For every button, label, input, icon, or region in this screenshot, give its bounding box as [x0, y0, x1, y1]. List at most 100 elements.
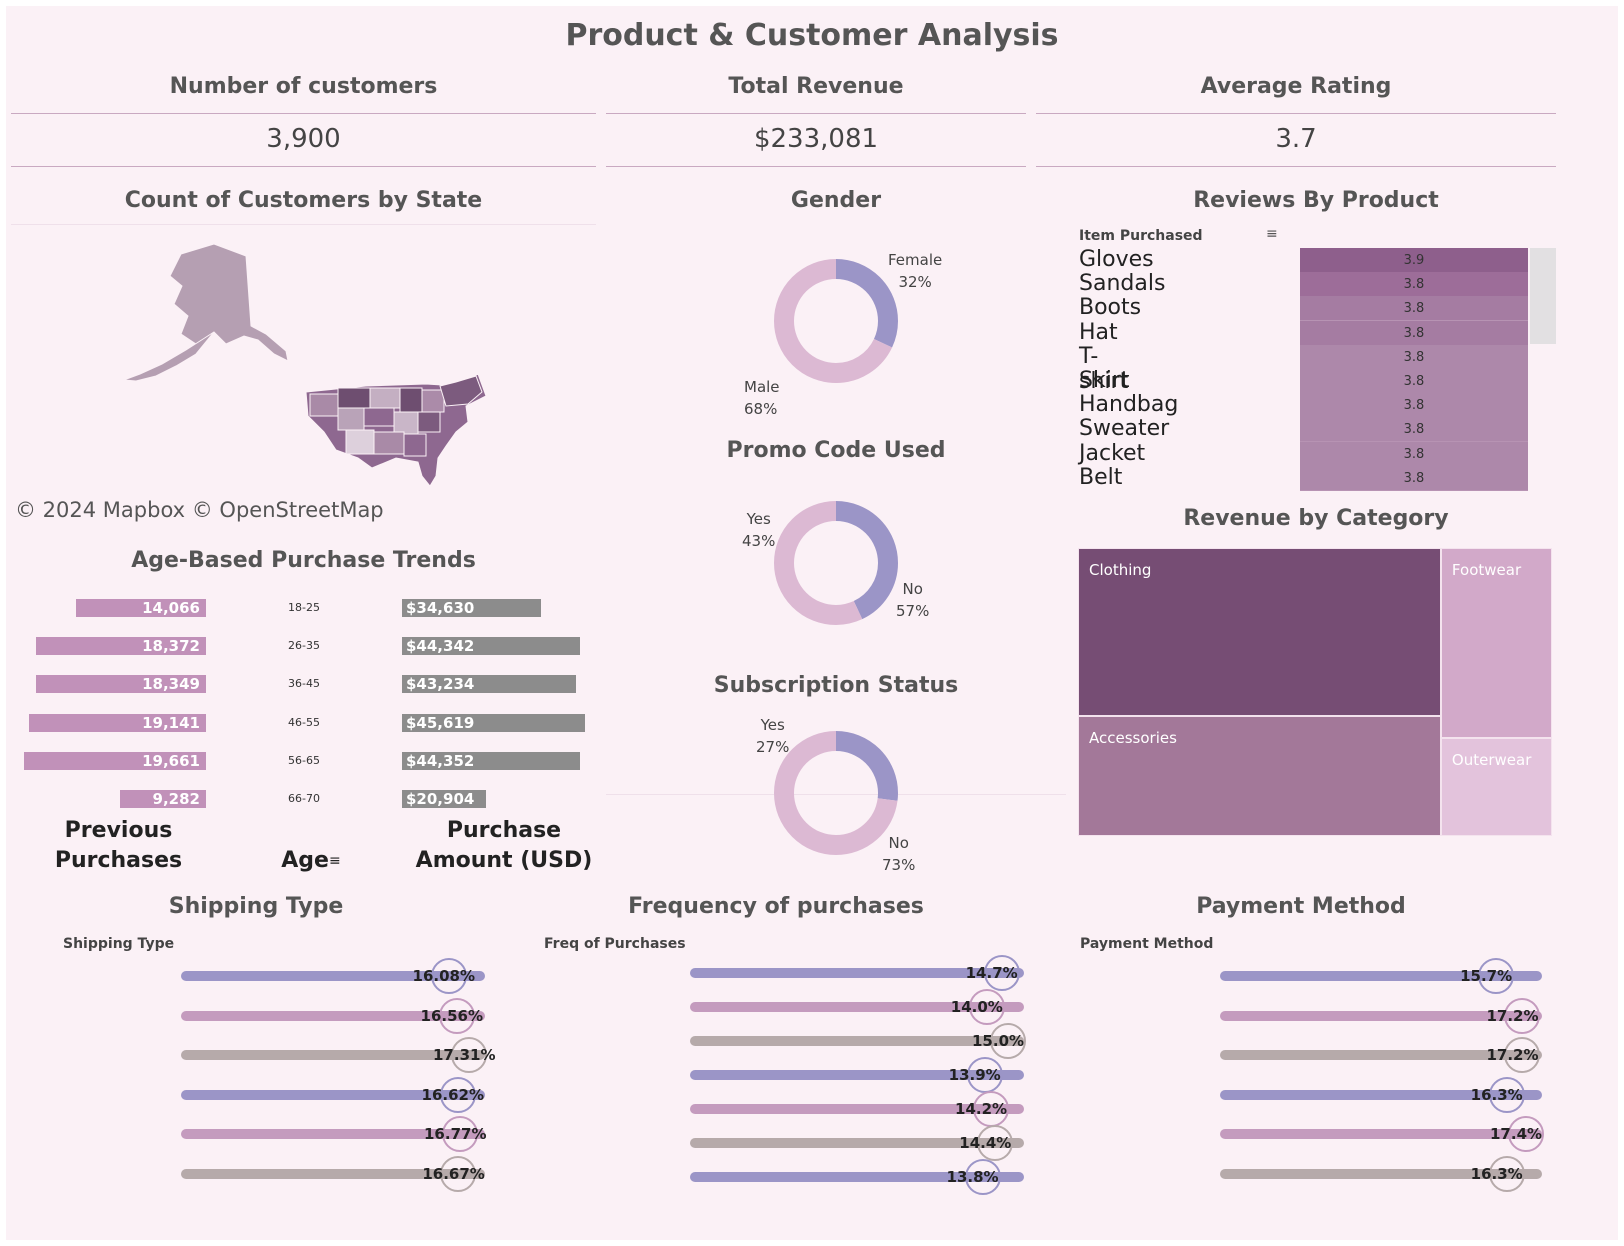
state-region: [417, 411, 441, 433]
value-label: 16.77%: [424, 1125, 487, 1144]
rating-cell[interactable]: 3.9: [1300, 248, 1528, 273]
payment-title: Payment Method: [1196, 894, 1406, 919]
age-group-label: 36-45: [288, 677, 320, 691]
rating-cell[interactable]: 3.8: [1300, 465, 1528, 491]
rating-cell[interactable]: 3.8: [1300, 369, 1528, 394]
treemap-cell-outerwear[interactable]: Outerwear: [1440, 738, 1552, 836]
age-left-axis-title: Previous Purchases: [54, 818, 183, 873]
promo-donut[interactable]: [771, 498, 901, 628]
previous-purchases-label: 19,141: [142, 713, 200, 732]
scrollbar[interactable]: [1530, 248, 1556, 344]
product-name: Handbag: [1079, 392, 1179, 418]
product-name: Gloves: [1079, 247, 1154, 272]
age-group-label: 18-25: [288, 601, 320, 614]
us-state-map[interactable]: [96, 236, 496, 506]
sort-icon[interactable]: ≡: [329, 853, 341, 869]
previous-purchases-label: 18,372: [142, 637, 200, 656]
age-chart-title: Age-Based Purchase Trends: [131, 548, 476, 573]
previous-purchases-label: 9,282: [152, 790, 200, 808]
treemap-cell-footwear[interactable]: Footwear: [1440, 548, 1552, 739]
state-region: [373, 431, 405, 455]
treemap-cell-accessories[interactable]: Accessories: [1078, 716, 1441, 836]
sub-yes-pct: 27%: [756, 738, 790, 756]
purchase-amount-label: $43,234: [406, 675, 475, 694]
gender-female-label: Female 32%: [888, 249, 942, 293]
state-region: [421, 389, 445, 413]
subscription-title: Subscription Status: [713, 673, 959, 698]
dashboard-title: Product & Customer Analysis: [565, 18, 1059, 53]
age-mid-axis-title: Age≡: [276, 846, 346, 876]
kpi-divider: [1036, 166, 1556, 167]
value-label: 16.62%: [421, 1085, 484, 1104]
age-axis-label: Age: [281, 848, 329, 873]
treemap-cell-clothing[interactable]: Clothing: [1078, 548, 1441, 717]
rating-cell[interactable]: 3.8: [1300, 320, 1528, 346]
product-name: Boots: [1079, 295, 1142, 321]
alaska-shape: [169, 243, 289, 362]
state-region: [369, 387, 401, 409]
purchase-amount-label: $34,630: [406, 599, 475, 617]
divider: [11, 224, 596, 225]
value-label: 13.8%: [946, 1168, 999, 1186]
rating-cell[interactable]: 3.8: [1300, 393, 1528, 419]
state-region: [345, 429, 375, 455]
rating-cell[interactable]: 3.8: [1300, 272, 1528, 298]
rating-cell[interactable]: 3.8: [1300, 417, 1528, 443]
value-label: 16.3%: [1470, 1085, 1523, 1104]
revenue-treemap: Clothing Accessories Footwear Outerwear: [1078, 548, 1552, 836]
product-name: Sweater: [1079, 416, 1170, 442]
previous-purchases-label: 14,066: [142, 599, 200, 617]
product-name: Belt: [1079, 464, 1123, 490]
state-region: [363, 407, 395, 427]
value-label: 16.3%: [1470, 1165, 1523, 1183]
purchase-amount-label: $45,619: [406, 713, 475, 732]
kpi-customers-label: Number of customers: [169, 74, 438, 99]
map-title: Count of Customers by State: [124, 188, 483, 213]
value-label: 14.0%: [950, 998, 1003, 1016]
sub-no-text: No: [888, 834, 909, 852]
map-attribution: © 2024 Mapbox © OpenStreetMap: [11, 498, 388, 522]
rating-cell[interactable]: 3.8: [1300, 344, 1528, 370]
age-group-label: 26-35: [288, 639, 320, 653]
kpi-revenue-value: $233,081: [753, 124, 879, 154]
value-label: 14.4%: [959, 1134, 1012, 1152]
age-group-label: 66-70: [288, 792, 320, 805]
female-pct-text: 32%: [898, 273, 932, 291]
sub-no-pct: 73%: [882, 856, 916, 874]
value-label: 14.7%: [965, 964, 1018, 982]
product-name: Skirt: [1079, 368, 1130, 393]
male-pct-text: 68%: [744, 400, 778, 418]
kpi-rating-value: 3.7: [1275, 124, 1317, 154]
gender-title: Gender: [790, 188, 882, 213]
subscription-yes-label: Yes 27%: [756, 714, 789, 758]
purchase-amount-label: $44,342: [406, 637, 475, 656]
rating-cell[interactable]: 3.8: [1300, 441, 1528, 467]
kpi-divider: [606, 166, 1026, 167]
kpi-divider: [1036, 113, 1556, 114]
kpi-rating-label: Average Rating: [1200, 74, 1392, 99]
reviews-title: Reviews By Product: [1193, 188, 1439, 213]
rating-cell[interactable]: 3.8: [1300, 296, 1528, 322]
value-label: 13.9%: [948, 1066, 1001, 1084]
value-label: 16.56%: [420, 1006, 483, 1025]
product-name: Hat: [1079, 319, 1118, 345]
previous-purchases-label: 19,661: [142, 751, 200, 770]
age-bar-chart: 14,066 18-25 $34,630 18,372 26-35 $44,342 18,3…: [6, 591, 606, 808]
value-label: 16.08%: [412, 967, 476, 985]
shipping-column-header: Shipping Type: [63, 936, 175, 952]
kpi-revenue-label: Total Revenue: [728, 74, 904, 99]
frequency-column-header: Freq of Purchases: [544, 936, 686, 952]
value-label: 17.4%: [1490, 1125, 1543, 1144]
male-label-text: Male: [744, 378, 780, 396]
gender-donut[interactable]: [771, 256, 901, 386]
sort-icon[interactable]: ≡: [1266, 226, 1278, 242]
age-group-label: 46-55: [288, 715, 320, 729]
state-region: [337, 387, 371, 409]
promo-no-text: No: [902, 580, 923, 598]
state-region: [393, 411, 419, 435]
value-label: 15.0%: [972, 1032, 1025, 1050]
purchase-amount-label: $20,904: [406, 790, 475, 808]
treemap-title: Revenue by Category: [1183, 506, 1449, 531]
reviews-column-header: Item Purchased: [1079, 228, 1203, 244]
kpi-divider: [606, 113, 1026, 114]
